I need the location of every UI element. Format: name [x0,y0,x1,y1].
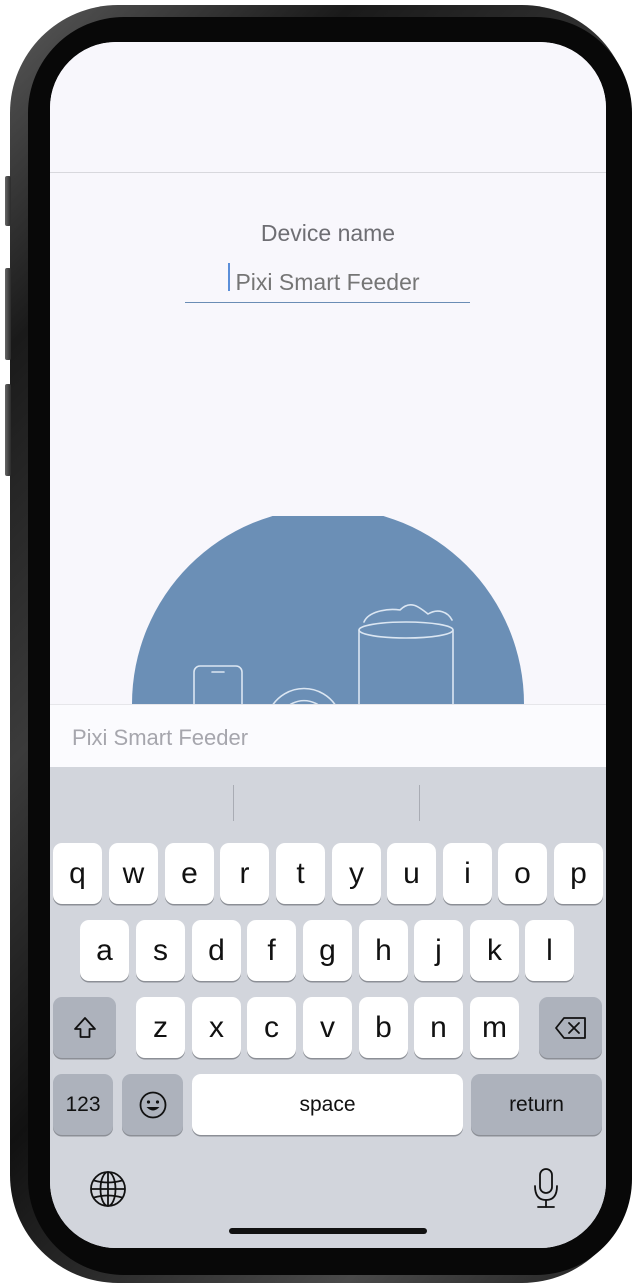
emoji-key[interactable] [122,1074,183,1135]
return-key[interactable]: return [471,1074,602,1135]
key-f[interactable]: f [247,920,296,981]
key-c[interactable]: c [247,997,296,1058]
key-q[interactable]: q [53,843,102,904]
key-e[interactable]: e [165,843,214,904]
key-a[interactable]: a [80,920,129,981]
keyboard: q w e r t y u i o p a s d f g h j k l z … [50,767,606,1248]
space-key[interactable]: space [192,1074,463,1135]
key-o[interactable]: o [498,843,547,904]
key-s[interactable]: s [136,920,185,981]
navigation-header [50,42,606,173]
key-u[interactable]: u [387,843,436,904]
backspace-key[interactable] [539,997,602,1058]
numbers-key[interactable]: 123 [53,1074,113,1135]
screen: Device name Pixi Smart Feeder Pixi Smart… [50,42,606,1248]
key-n[interactable]: n [414,997,463,1058]
key-y[interactable]: y [332,843,381,904]
device-illustration [132,516,524,704]
globe-key[interactable] [86,1167,130,1211]
key-b[interactable]: b [359,997,408,1058]
microphone-icon [534,1168,558,1208]
autofill-suggestion-bar[interactable]: Pixi Smart Feeder [50,704,606,768]
shift-key[interactable] [53,997,116,1058]
globe-icon [90,1171,126,1207]
emoji-icon [139,1091,166,1118]
key-k[interactable]: k [470,920,519,981]
key-l[interactable]: l [525,920,574,981]
key-d[interactable]: d [192,920,241,981]
key-j[interactable]: j [414,920,463,981]
home-indicator[interactable] [229,1228,427,1234]
key-x[interactable]: x [192,997,241,1058]
shift-icon [73,1016,96,1038]
prediction-divider [233,785,234,821]
key-w[interactable]: w [109,843,158,904]
key-r[interactable]: r [220,843,269,904]
key-t[interactable]: t [276,843,325,904]
prediction-divider [419,785,420,821]
volume-down-button [5,384,11,476]
key-v[interactable]: v [303,997,352,1058]
backspace-icon [554,1016,586,1039]
key-h[interactable]: h [359,920,408,981]
text-cursor [228,263,230,291]
key-z[interactable]: z [136,997,185,1058]
key-i[interactable]: i [443,843,492,904]
silent-switch [5,176,11,226]
dictation-key[interactable] [526,1165,566,1213]
device-name-label: Device name [260,220,396,246]
key-p[interactable]: p [554,843,603,904]
key-m[interactable]: m [470,997,519,1058]
key-g[interactable]: g [303,920,352,981]
volume-up-button [5,268,11,360]
illustration-circle [132,516,524,704]
autofill-suggestion[interactable]: Pixi Smart Feeder [72,725,248,751]
